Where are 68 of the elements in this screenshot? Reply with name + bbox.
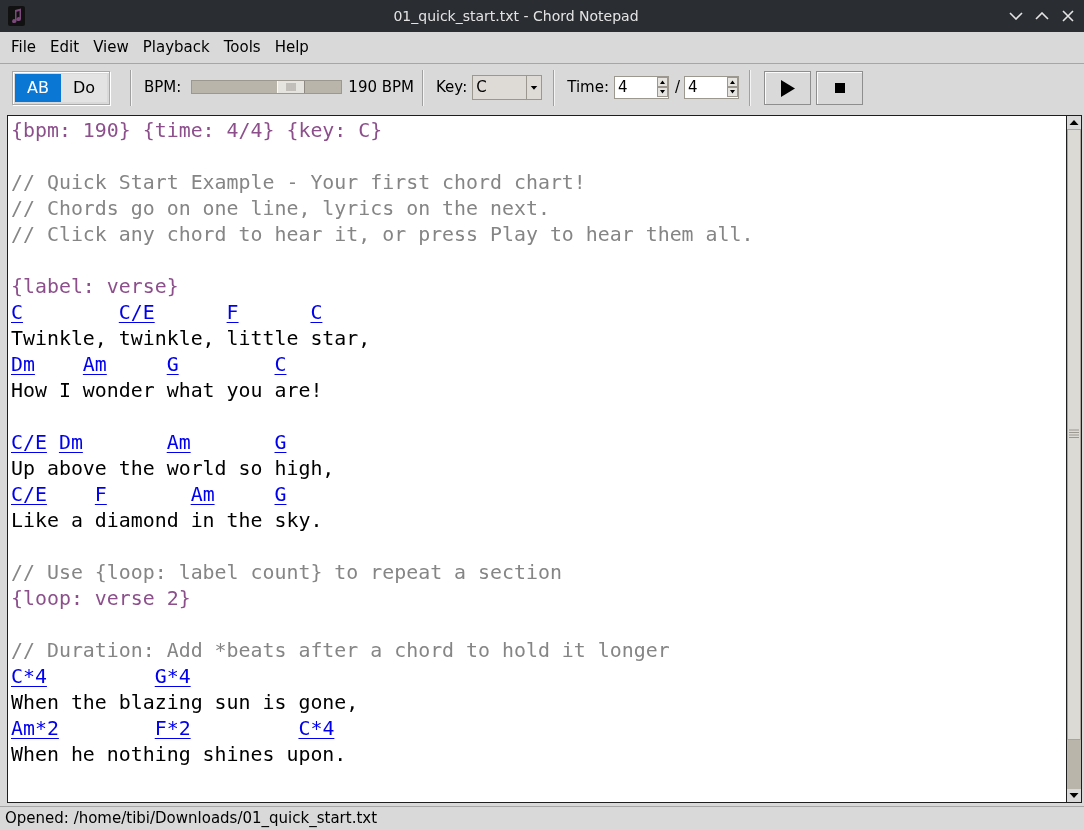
chord-link[interactable]: Am*2 — [11, 717, 59, 740]
lyric-line: Up above the world so high, — [11, 457, 335, 480]
toggle-button[interactable]: Do — [61, 74, 107, 102]
bpm-label: BPM: — [144, 76, 182, 98]
window-title: 01_quick_start.txt - Chord Notepad — [392, 6, 640, 26]
lyric-line: Like a diamond in the sky. — [11, 509, 323, 532]
spin-arrows-icon — [656, 77, 668, 97]
chord-link[interactable]: G*4 — [154, 665, 191, 688]
chevron-up-icon — [1035, 12, 1049, 20]
directive-line: {label: verse} — [11, 275, 179, 298]
directive-line: {bpm: 190} {time: 4/4} {key: C} — [11, 119, 383, 142]
comment-line: // Quick Start Example - Your first chord chart! — [11, 171, 586, 194]
chord-link[interactable]: G — [166, 353, 179, 376]
vertical-scrollbar[interactable] — [1066, 115, 1082, 803]
chord-link[interactable]: Am — [190, 483, 215, 506]
bpm-reading: 190 BPM — [348, 76, 415, 98]
comment-line: // Chords go on one line, lyrics on the next. — [11, 197, 550, 220]
chord-link[interactable]: G — [274, 431, 287, 454]
chord-link[interactable]: F*2 — [154, 717, 191, 740]
chord-link[interactable]: C — [11, 301, 23, 324]
comment-line: // Duration: Add *beats after a chord to hold it longer — [11, 639, 670, 662]
music-note-icon — [7, 6, 25, 26]
chord-link[interactable]: Am — [82, 353, 107, 376]
spin-arrows-icon — [727, 77, 739, 97]
stop-icon — [834, 83, 845, 93]
slider-thumb[interactable] — [276, 81, 305, 93]
comment-line: // Click any chord to hear it, or press Play to hear them all. — [11, 223, 754, 246]
chord-link[interactable]: C/E — [118, 301, 155, 324]
toggle-button[interactable]: AB — [15, 74, 61, 102]
chord-link[interactable]: G — [274, 483, 287, 506]
stop-button[interactable] — [816, 71, 864, 105]
directive-line: {loop: verse 2} — [11, 587, 191, 610]
lyric-line: When he nothing shines upon. — [11, 743, 347, 766]
key-combobox[interactable]: C — [472, 74, 543, 100]
chord-link[interactable]: Am — [166, 431, 191, 454]
lyric-line: How I wonder what you are! — [11, 379, 323, 402]
chord-link[interactable]: Dm — [11, 353, 35, 376]
menu-item[interactable]: Help — [267, 36, 316, 59]
time-label: Time: — [567, 76, 609, 98]
scrollbar-thumb[interactable] — [1067, 129, 1081, 740]
chord-link[interactable]: C*4 — [298, 717, 335, 740]
chord-link[interactable]: F — [226, 301, 239, 324]
bpm-slider[interactable] — [191, 80, 343, 94]
unit-spinbox[interactable]: 4 — [684, 75, 740, 99]
menu-item[interactable]: File — [4, 36, 44, 59]
menu-item[interactable]: Tools — [216, 36, 268, 59]
menu-item[interactable]: View — [86, 36, 136, 59]
comment-line: // Use {loop: label count} to repeat a section — [11, 561, 562, 584]
chord-link[interactable]: C — [310, 301, 323, 324]
chord-link[interactable]: C/E — [11, 431, 47, 454]
chord-link[interactable]: C*4 — [11, 665, 47, 688]
menu-item[interactable]: Playback — [135, 36, 217, 59]
chord-link[interactable]: C — [274, 353, 287, 376]
chord-link[interactable]: Dm — [58, 431, 83, 454]
play-icon — [780, 79, 795, 97]
menu-item[interactable]: Edit — [43, 36, 87, 59]
chord-link[interactable]: F — [94, 483, 107, 506]
chord-link[interactable]: C/E — [11, 483, 47, 506]
text-editor[interactable] — [7, 115, 1066, 803]
beats-spinbox[interactable]: 4 — [613, 75, 669, 99]
key-label: Key: — [436, 76, 468, 98]
status-text: Opened: /home/tibi/Downloads/01_quick_start.txt — [5, 808, 378, 830]
chevron-down-icon — [1009, 12, 1023, 20]
time-separator: / — [674, 76, 681, 98]
lyric-line: Twinkle, twinkle, little star, — [11, 327, 371, 350]
lyric-line: When the blazing sun is gone, — [11, 691, 359, 714]
close-icon — [1062, 10, 1074, 22]
play-button[interactable] — [764, 71, 812, 105]
